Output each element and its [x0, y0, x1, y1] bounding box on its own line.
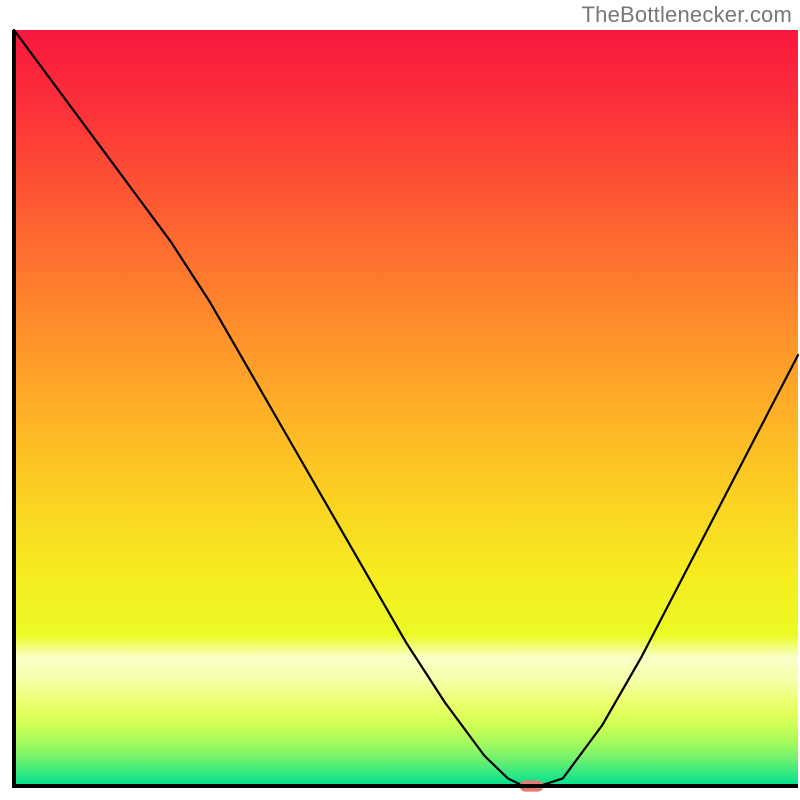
chart-svg [0, 0, 800, 800]
gradient-background [14, 30, 798, 786]
bottleneck-chart: TheBottlenecker.com [0, 0, 800, 800]
